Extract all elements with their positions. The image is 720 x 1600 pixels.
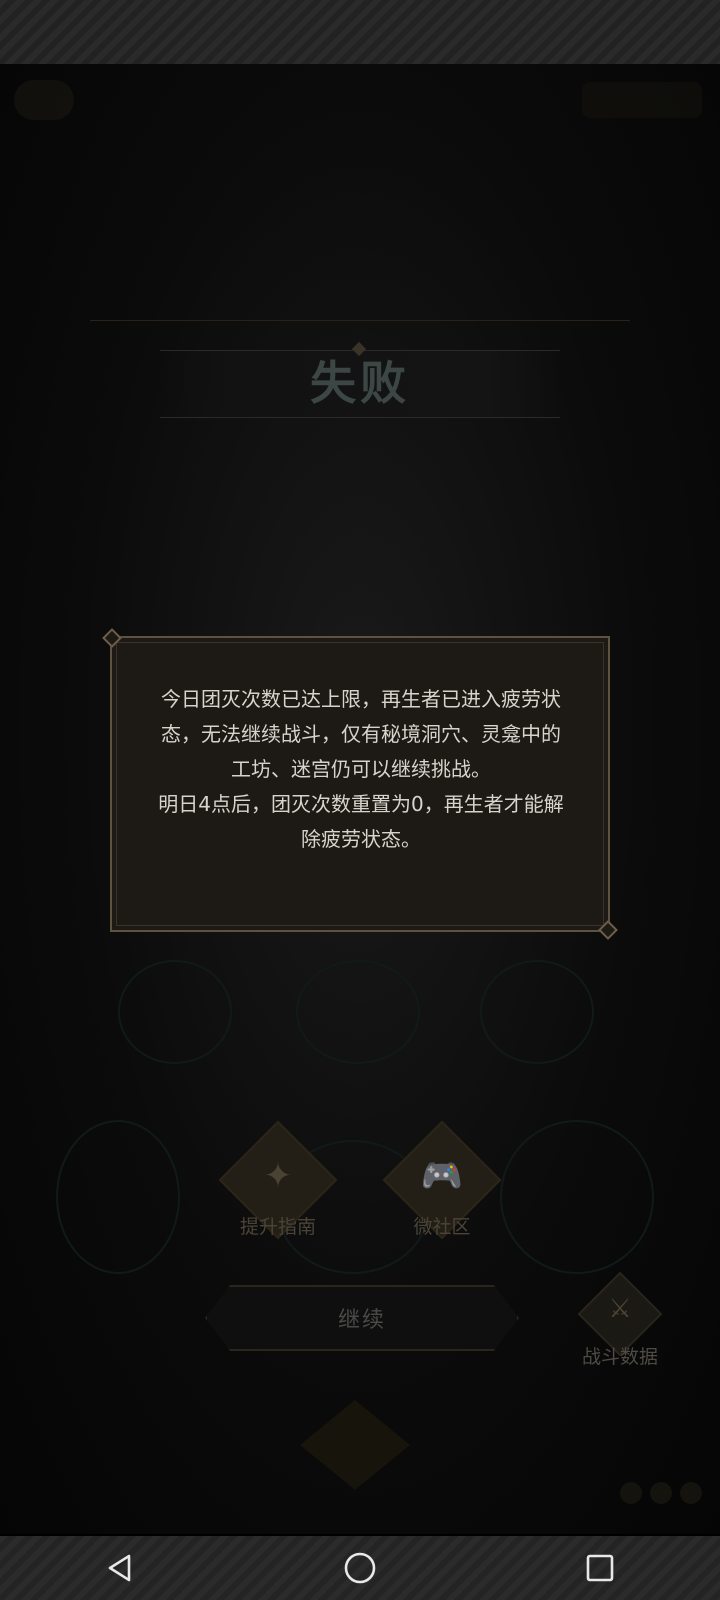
nav-home-button[interactable]	[330, 1544, 390, 1592]
battle-stats-button[interactable]: ⚔ 战斗数据	[577, 1271, 663, 1380]
fatigue-notice-dialog: 今日团灭次数已达上限，再生者已进入疲劳状态，无法继续战斗，仅有秘境洞穴、灵龛中的…	[110, 636, 610, 932]
dialog-paragraph-2: 明日4点后，团灭次数重置为0，再生者才能解除疲劳状态。	[158, 792, 564, 851]
nav-recent-button[interactable]	[570, 1544, 630, 1592]
community-label: 微社区	[413, 1216, 471, 1238]
square-recent-icon	[586, 1554, 614, 1582]
sword-icon: ⚔	[608, 1294, 632, 1324]
continue-button[interactable]: 继续	[205, 1285, 519, 1351]
character-slot	[296, 960, 420, 1064]
guide-label: 提升指南	[239, 1216, 316, 1238]
top-decorative-bar	[0, 0, 720, 66]
character-slot	[500, 1120, 654, 1274]
guide-button[interactable]: ✦ 提升指南	[218, 1120, 338, 1248]
bottom-dots-dimmed	[612, 1482, 702, 1508]
gamepad-icon: 🎮	[420, 1156, 464, 1196]
top-right-controls-dimmed	[582, 82, 702, 118]
nav-back-button[interactable]	[90, 1544, 150, 1592]
compass-icon: ✦	[263, 1156, 293, 1196]
character-slot	[118, 960, 232, 1064]
triangle-back-icon	[108, 1554, 131, 1582]
circle-home-icon	[344, 1552, 376, 1584]
battle-stats-label: 战斗数据	[581, 1346, 658, 1368]
community-button[interactable]: 🎮 微社区	[382, 1120, 502, 1248]
system-nav-bar	[0, 1536, 720, 1600]
character-slot	[480, 960, 594, 1064]
result-title: 失败	[310, 356, 410, 410]
character-slot	[56, 1120, 180, 1274]
stage-subtitle-dimmed	[90, 268, 630, 321]
back-button-dimmed	[14, 80, 74, 120]
dialog-message: 今日团灭次数已达上限，再生者已进入疲劳状态，无法继续战斗，仅有秘境洞穴、灵龛中的…	[156, 682, 566, 857]
dialog-paragraph-1: 今日团灭次数已达上限，再生者已进入疲劳状态，无法继续战斗，仅有秘境洞穴、灵龛中的…	[161, 687, 561, 781]
